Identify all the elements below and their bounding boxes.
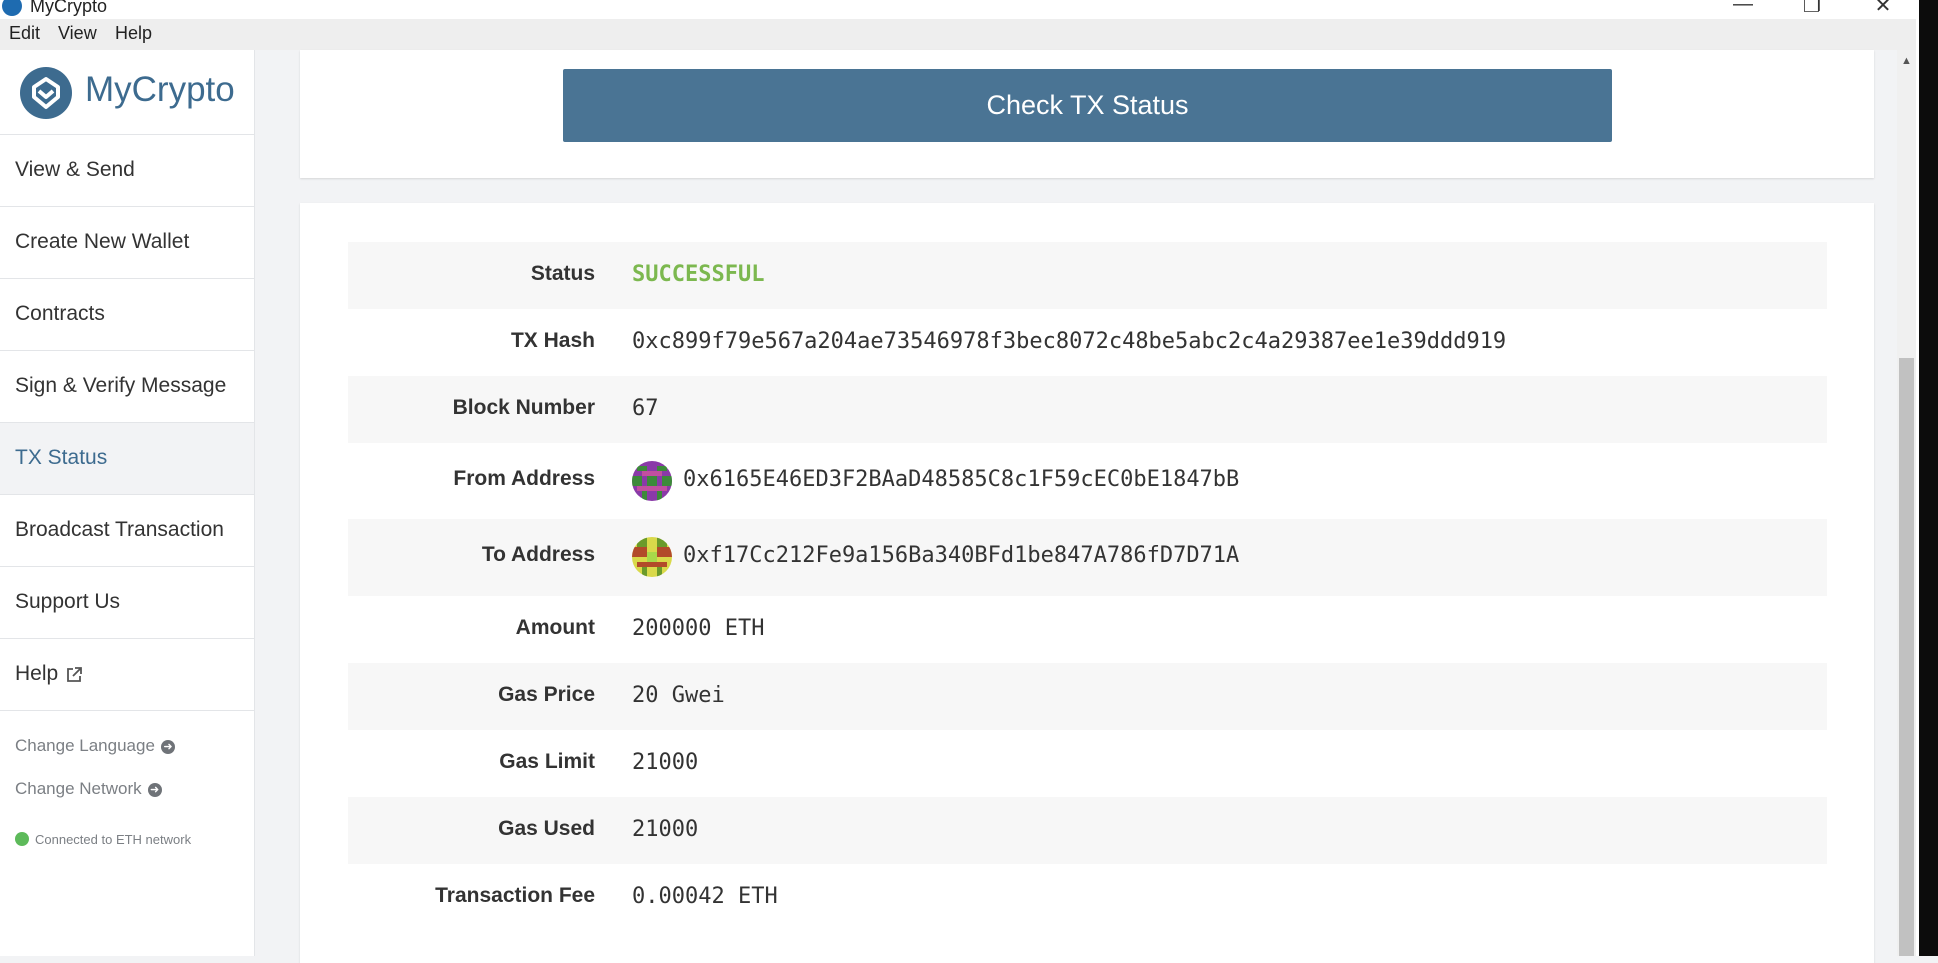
status-dot-icon bbox=[15, 832, 29, 846]
sidebar-item-create-wallet[interactable]: Create New Wallet bbox=[0, 207, 254, 279]
arrow-right-circle-icon: ➜ bbox=[160, 740, 175, 754]
sidebar-item-broadcast[interactable]: Broadcast Transaction bbox=[0, 495, 254, 567]
tx-details-card: Status SUCCESSFUL TX Hash 0xc899f79e567a… bbox=[300, 203, 1874, 963]
tx-row-fee: Transaction Fee 0.00042 ETH bbox=[348, 864, 1827, 931]
tx-hash-label: TX Hash bbox=[510, 329, 595, 352]
sidebar-item-label: Broadcast Transaction bbox=[15, 518, 224, 541]
sidebar-item-support[interactable]: Support Us bbox=[0, 567, 254, 639]
gas-used-value: 21000 bbox=[632, 817, 699, 842]
change-network-link[interactable]: Change Network ➜ bbox=[15, 779, 162, 799]
change-language-link[interactable]: Change Language ➜ bbox=[15, 736, 175, 756]
gas-price-value: 20 Gwei bbox=[632, 683, 725, 708]
tx-row-block: Block Number 67 bbox=[348, 376, 1827, 443]
sidebar-item-sign-verify[interactable]: Sign & Verify Message bbox=[0, 351, 254, 423]
sidebar-item-label: Help bbox=[15, 662, 59, 685]
window-titlebar: MyCrypto — ❐ ✕ bbox=[0, 0, 1938, 19]
vertical-scrollbar[interactable]: ▲ bbox=[1897, 50, 1916, 956]
sidebar-item-help[interactable]: Help bbox=[0, 639, 254, 711]
sidebar-item-view-send[interactable]: View & Send bbox=[0, 135, 254, 207]
amount-label: Amount bbox=[515, 616, 595, 639]
mycrypto-logo-icon bbox=[20, 67, 72, 119]
from-identicon-icon bbox=[632, 461, 672, 501]
block-number-label: Block Number bbox=[452, 396, 595, 419]
tx-row-gas-used: Gas Used 21000 bbox=[348, 797, 1827, 864]
from-address-value: 0x6165E46ED3F2BAaD48585C8c1F59cEC0bE1847… bbox=[683, 467, 1240, 492]
status-label: Status bbox=[530, 262, 595, 285]
menu-edit[interactable]: Edit bbox=[9, 23, 40, 44]
app-logo-icon bbox=[2, 0, 22, 16]
sidebar-item-label: View & Send bbox=[15, 158, 135, 181]
network-status: Connected to ETH network bbox=[15, 832, 191, 847]
gas-limit-value: 21000 bbox=[632, 750, 699, 775]
background-window-strip bbox=[1919, 0, 1938, 956]
close-icon[interactable]: ✕ bbox=[1868, 0, 1898, 18]
block-number-value: 67 bbox=[632, 396, 659, 421]
sidebar: MyCrypto View & Send Create New Wallet C… bbox=[0, 50, 255, 956]
change-network-label: Change Network bbox=[15, 779, 142, 798]
tx-row-gas-limit: Gas Limit 21000 bbox=[348, 730, 1827, 797]
sidebar-item-label: Support Us bbox=[15, 590, 121, 613]
to-identicon-icon bbox=[632, 537, 672, 577]
from-address-label: From Address bbox=[453, 467, 595, 490]
brand-name: MyCrypto bbox=[85, 70, 235, 109]
tx-row-status: Status SUCCESSFUL bbox=[348, 242, 1827, 309]
sidebar-item-tx-status[interactable]: TX Status bbox=[0, 423, 254, 495]
arrow-right-circle-icon: ➜ bbox=[147, 783, 162, 797]
network-status-label: Connected to ETH network bbox=[35, 832, 192, 847]
minimize-icon[interactable]: — bbox=[1728, 0, 1758, 16]
sidebar-item-label: TX Status bbox=[15, 446, 108, 469]
tx-hash-value: 0xc899f79e567a204ae73546978f3bec8072c48b… bbox=[632, 329, 1507, 354]
to-address-label: To Address bbox=[481, 543, 595, 566]
sidebar-item-contracts[interactable]: Contracts bbox=[0, 279, 254, 351]
sidebar-item-label: Sign & Verify Message bbox=[15, 374, 227, 397]
brand-header[interactable]: MyCrypto bbox=[0, 50, 254, 135]
menu-view[interactable]: View bbox=[58, 23, 97, 44]
scroll-up-arrow-icon[interactable]: ▲ bbox=[1897, 55, 1916, 67]
sidebar-item-label: Contracts bbox=[15, 302, 105, 325]
window-title: MyCrypto bbox=[30, 0, 108, 16]
to-address-value: 0xf17Cc212Fe9a156Ba340BFd1be847A786fD7D7… bbox=[683, 543, 1240, 568]
tx-row-to: To Address 0xf17Cc212Fe9a156Ba340BFd1be8… bbox=[348, 519, 1827, 596]
tx-query-card: Check TX Status bbox=[300, 50, 1874, 178]
transaction-fee-value: 0.00042 ETH bbox=[632, 884, 778, 909]
amount-value: 200000 ETH bbox=[632, 616, 765, 641]
gas-used-label: Gas Used bbox=[498, 817, 595, 840]
transaction-fee-label: Transaction Fee bbox=[435, 884, 595, 907]
menu-help[interactable]: Help bbox=[115, 23, 152, 44]
maximize-icon[interactable]: ❐ bbox=[1797, 0, 1827, 18]
gas-limit-label: Gas Limit bbox=[499, 750, 595, 773]
menu-bar: Edit View Help bbox=[0, 19, 1938, 50]
status-value: SUCCESSFUL bbox=[632, 262, 765, 287]
sidebar-item-label: Create New Wallet bbox=[15, 230, 190, 253]
tx-row-hash: TX Hash 0xc899f79e567a204ae73546978f3bec… bbox=[348, 309, 1827, 376]
change-language-label: Change Language bbox=[15, 736, 155, 755]
check-tx-status-button[interactable]: Check TX Status bbox=[563, 69, 1612, 142]
gas-price-label: Gas Price bbox=[498, 683, 595, 706]
tx-row-from: From Address 0x6165E46ED3F2BAaD48585C8c1… bbox=[348, 443, 1827, 519]
scrollbar-thumb[interactable] bbox=[1899, 358, 1914, 956]
tx-row-amount: Amount 200000 ETH bbox=[348, 596, 1827, 663]
tx-row-gas-price: Gas Price 20 Gwei bbox=[348, 663, 1827, 730]
external-link-icon bbox=[67, 667, 82, 682]
